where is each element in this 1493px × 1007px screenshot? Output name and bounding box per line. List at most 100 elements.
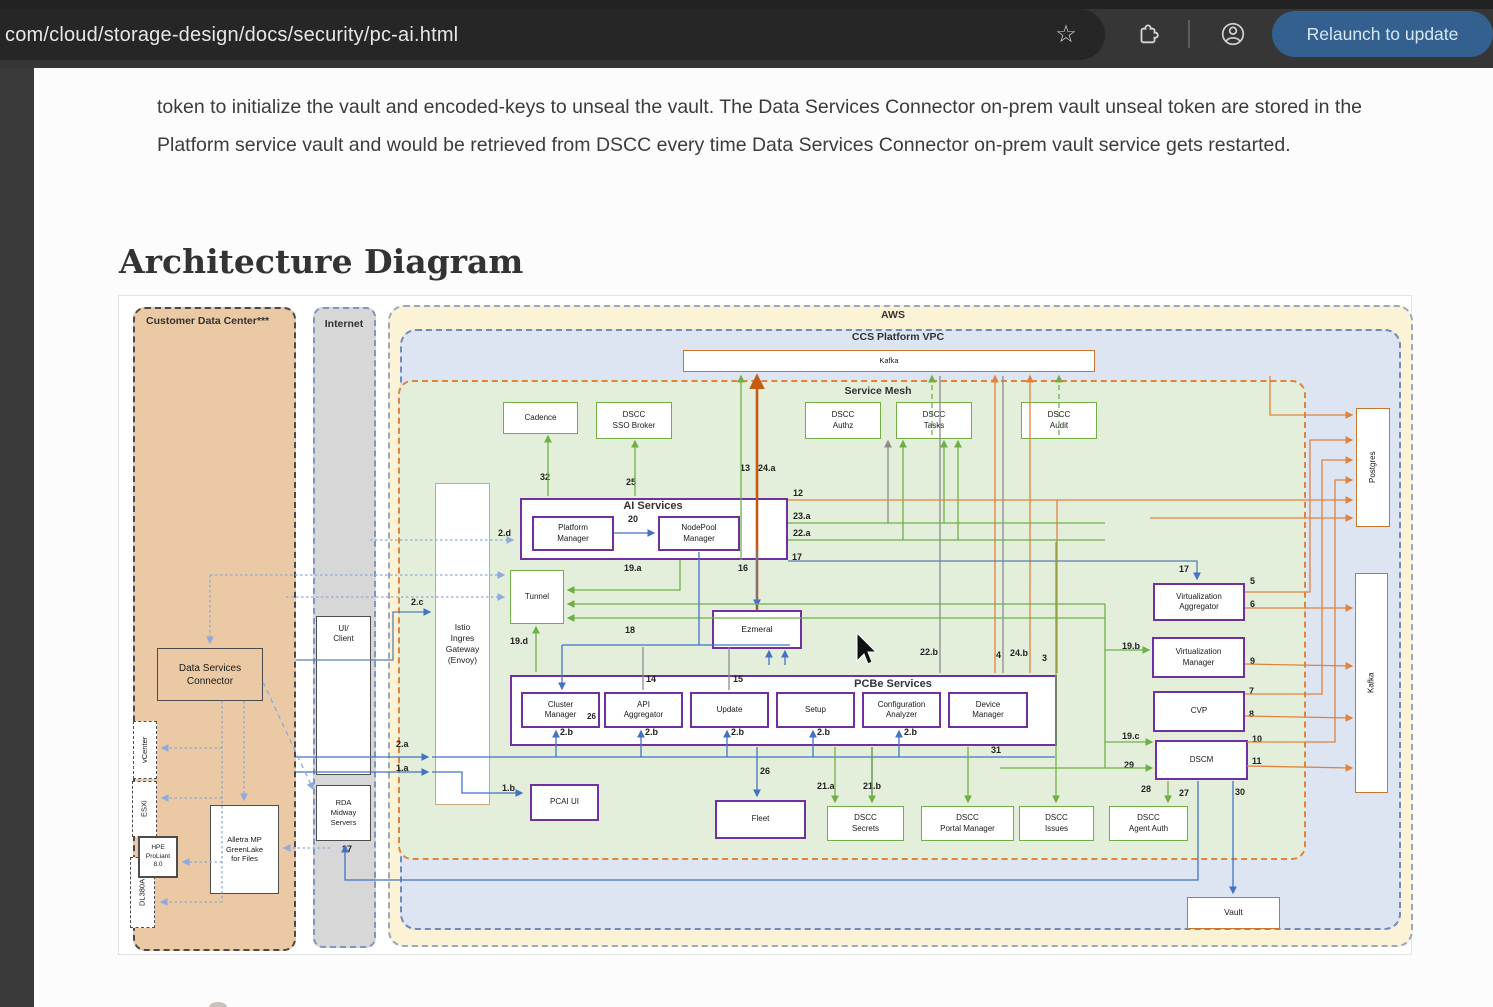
node-esxi: ESXi (132, 781, 157, 837)
region-label-vpc: CCS Platform VPC (828, 331, 968, 343)
node-dscc-tasks: DSCC Tasks (896, 402, 972, 439)
edge-label: 19.b (1122, 641, 1140, 651)
node-dscc-agent-auth: DSCC Agent Auth (1109, 806, 1188, 841)
node-cadence: Cadence (503, 402, 578, 434)
edge-label: 5 (1250, 576, 1255, 586)
edge-label: 18 (625, 625, 635, 635)
edge-label: 2.b (904, 727, 917, 737)
edge-label: 22.b (920, 647, 938, 657)
node-dscc-audit: DSCC Audit (1021, 402, 1097, 439)
edge-label: 16 (738, 563, 748, 573)
edge-label: 9 (1250, 656, 1255, 666)
node-pcai-ui: PCAI UI (530, 784, 599, 821)
edge-label: 7 (1249, 686, 1254, 696)
edge-label: 3 (1042, 653, 1047, 663)
edge-label: 19.d (510, 636, 528, 646)
edge-label: 1.b (502, 783, 515, 793)
node-api-aggregator: API Aggregator (604, 692, 683, 728)
edge-label: 2.b (560, 727, 573, 737)
profile-avatar-icon[interactable] (1213, 14, 1253, 54)
node-istio-ingress-gateway: Istio Ingres Gateway (Envoy) (435, 483, 490, 805)
window-top-strip (0, 0, 1493, 9)
node-setup: Setup (776, 692, 855, 728)
node-hpe-proliant: HPE ProLiant 8.0 (138, 836, 178, 878)
node-ui-client: UI/ Client (316, 616, 371, 775)
node-update: Update (690, 692, 769, 728)
page-heading: Architecture Diagram (119, 242, 523, 281)
edge-label: 21.b (863, 781, 881, 791)
node-dscc-sso-broker: DSCC SSO Broker (596, 402, 672, 439)
url-text[interactable]: com/cloud/storage-design/docs/security/p… (5, 24, 458, 47)
edge-label: 27 (1179, 788, 1189, 798)
edge-label: 15 (733, 674, 743, 684)
edge-label: 2.b (645, 727, 658, 737)
edge-label: 2.b (817, 727, 830, 737)
toolbar-separator (1188, 20, 1190, 48)
node-dscc-authz: DSCC Authz (805, 402, 881, 439)
edge-label: 4 (996, 650, 1001, 660)
edge-label: 23.a (793, 511, 811, 521)
edge-label: 24.b (1010, 648, 1028, 658)
node-tunnel: Tunnel (510, 570, 564, 624)
edge-label: 6 (1250, 599, 1255, 609)
edge-label: 21.a (817, 781, 835, 791)
node-data-services-connector: Data Services Connector (157, 648, 263, 701)
browser-window: com/cloud/storage-design/docs/security/p… (0, 0, 1493, 1007)
edge-label: 12 (793, 488, 803, 498)
edge-label: 20 (628, 514, 638, 524)
window-side-strip (0, 68, 34, 1007)
body-paragraph: token to initialize the vault and encode… (157, 88, 1437, 165)
edge-label: 14 (646, 674, 656, 684)
node-dscc-secrets: DSCC Secrets (827, 806, 904, 841)
node-ezmeral: Ezmeral (712, 610, 802, 649)
node-dscc-portal-manager: DSCC Portal Manager (921, 806, 1014, 841)
edge-label: 19.c (1122, 731, 1140, 741)
node-virtualization-manager: Virtualization Manager (1152, 637, 1245, 678)
edge-label: 1.a (396, 763, 409, 773)
edge-label: 11 (1252, 756, 1262, 766)
edge-label: 17 (792, 552, 802, 562)
edge-label: 28 (1141, 784, 1151, 794)
relaunch-to-update-button[interactable]: Relaunch to update (1272, 11, 1493, 57)
edge-label: 32 (540, 472, 550, 482)
puzzle-icon (1135, 22, 1159, 46)
edge-label: 2.a (396, 739, 409, 749)
edge-label: 30 (1235, 787, 1245, 797)
bookmark-star-icon[interactable]: ☆ (1046, 14, 1086, 54)
edge-label: 29 (1124, 760, 1134, 770)
edge-label: 27 (342, 844, 352, 854)
region-label-service-mesh: Service Mesh (828, 385, 928, 397)
edge-label: 8 (1249, 709, 1254, 719)
node-alletra-greenlake: Alletra MP GreenLake for Files (210, 805, 279, 894)
region-label-aws: AWS (858, 309, 928, 321)
edge-label: 26 (587, 712, 596, 721)
node-dscm: DSCM (1155, 740, 1248, 780)
url-bar[interactable]: com/cloud/storage-design/docs/security/p… (0, 9, 1105, 60)
node-vault: Vault (1187, 897, 1280, 929)
edge-label: 19.a (624, 563, 642, 573)
edge-label: 31 (991, 745, 1001, 755)
edge-label: 22.a (793, 528, 811, 538)
node-platform-manager: Platform Manager (532, 516, 614, 551)
node-rda-midway-servers: RDA Midway Servers (316, 785, 371, 841)
node-label-ai-services: AI Services (588, 500, 718, 512)
node-nodepool-manager: NodePool Manager (658, 516, 740, 551)
edge-label: 10 (1252, 734, 1262, 744)
node-fleet: Fleet (715, 800, 806, 839)
region-label-customer-dc: Customer Data Center*** (146, 315, 269, 327)
edge-label: 2.c (411, 597, 424, 607)
browser-toolbar: com/cloud/storage-design/docs/security/p… (0, 0, 1493, 68)
edge-label: 13 (740, 463, 750, 473)
region-label-internet: Internet (318, 318, 370, 330)
edge-label: 2.b (731, 727, 744, 737)
extensions-puzzle-icon[interactable] (1127, 14, 1167, 54)
node-label-pcbe-services: PCBe Services (838, 678, 948, 690)
node-vcenter: vCenter (133, 721, 157, 779)
node-kafka-top-bar: Kafka (683, 350, 1095, 372)
person-icon (1220, 21, 1246, 47)
node-configuration-analyzer: Configuration Analyzer (862, 692, 941, 728)
node-kafka-right: Kafka (1355, 573, 1388, 793)
node-cluster-manager: Cluster Manager (521, 692, 600, 728)
edge-label: 26 (760, 766, 770, 776)
node-cvp: CVP (1153, 691, 1245, 732)
